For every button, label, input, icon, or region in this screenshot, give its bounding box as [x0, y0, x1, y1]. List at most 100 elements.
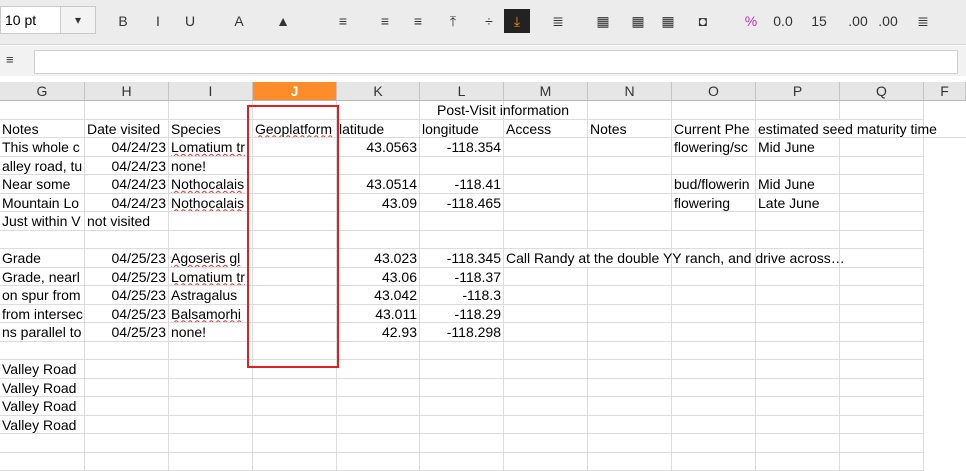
cell-M20[interactable] [504, 453, 588, 471]
cell-L11[interactable]: -118.3 [420, 286, 504, 305]
cell-G15[interactable]: Valley Road [0, 360, 85, 379]
cell-P2[interactable]: estimated seed maturity time [756, 120, 966, 139]
cell-O5[interactable]: bud/flowerin [672, 175, 756, 194]
cell-N2[interactable]: Notes [588, 120, 672, 139]
cell-M2[interactable]: Access [504, 120, 588, 139]
cell-K12[interactable]: 43.011 [337, 305, 420, 324]
align-center-button[interactable]: ≡ [372, 9, 398, 33]
bold-button[interactable]: B [110, 9, 136, 33]
cell-M10[interactable] [504, 268, 588, 287]
cell-L15[interactable] [420, 360, 504, 379]
formula-input[interactable] [34, 50, 958, 74]
highlight-button[interactable]: ▲ [270, 9, 296, 33]
cell-N15[interactable] [588, 360, 672, 379]
cell-J18[interactable] [253, 416, 337, 435]
cell-K18[interactable] [337, 416, 420, 435]
font-size-value[interactable]: 10 pt [5, 12, 36, 28]
cell-N14[interactable] [588, 342, 672, 361]
cell-N7[interactable] [588, 212, 672, 231]
align-right-button[interactable]: ≡ [405, 9, 431, 33]
cell-P15[interactable] [756, 360, 840, 379]
cell-L16[interactable] [420, 379, 504, 398]
cell-O7[interactable] [672, 212, 756, 231]
cell-N11[interactable] [588, 286, 672, 305]
cell-I16[interactable] [169, 379, 253, 398]
cell-P7[interactable] [756, 212, 840, 231]
cell-O10[interactable] [672, 268, 756, 287]
cell-P3[interactable]: Mid June [756, 138, 840, 157]
cell-K17[interactable] [337, 397, 420, 416]
cell-L14[interactable] [420, 342, 504, 361]
cell-G16[interactable]: Valley Road [0, 379, 85, 398]
cell-I3[interactable]: Lomatium tr [169, 138, 253, 157]
cell-P11[interactable] [756, 286, 840, 305]
cell-Q19[interactable] [840, 434, 924, 453]
wrap-button[interactable]: ≣ [545, 9, 571, 33]
column-header-F[interactable]: F [924, 82, 966, 101]
cell-Q12[interactable] [840, 305, 924, 324]
cell-I14[interactable] [169, 342, 253, 361]
cell-P19[interactable] [756, 434, 840, 453]
cell-N18[interactable] [588, 416, 672, 435]
underline-button[interactable]: U [177, 9, 203, 33]
cell-H9[interactable]: 04/25/23 [85, 249, 169, 268]
merged-header-cell[interactable]: Post-Visit information [340, 101, 666, 119]
cell-N5[interactable] [588, 175, 672, 194]
align-top-button[interactable]: ⤒ [440, 9, 466, 33]
cell-M3[interactable] [504, 138, 588, 157]
cell-L17[interactable] [420, 397, 504, 416]
column-header-O[interactable]: O [672, 82, 756, 101]
cell-M8[interactable] [504, 231, 588, 250]
chevron-down-icon[interactable]: ▾ [60, 7, 95, 33]
merge-button[interactable]: ▦ [590, 9, 616, 33]
cell-O18[interactable] [672, 416, 756, 435]
cell-I19[interactable] [169, 434, 253, 453]
cell-Q13[interactable] [840, 323, 924, 342]
cell-M18[interactable] [504, 416, 588, 435]
cell-L18[interactable] [420, 416, 504, 435]
cell-K10[interactable]: 43.06 [337, 268, 420, 287]
cell-J17[interactable] [253, 397, 337, 416]
cell-N12[interactable] [588, 305, 672, 324]
cell-K16[interactable] [337, 379, 420, 398]
cell-L19[interactable] [420, 434, 504, 453]
cell-G20[interactable] [0, 453, 85, 471]
column-header-I[interactable]: I [169, 82, 253, 101]
cell-I10[interactable]: Lomatium tr [169, 268, 253, 287]
cell-H5[interactable]: 04/24/23 [85, 175, 169, 194]
cell-P10[interactable] [756, 268, 840, 287]
cell-O19[interactable] [672, 434, 756, 453]
column-header-J[interactable]: J [253, 82, 337, 101]
cell-L4[interactable] [420, 157, 504, 176]
cell-O15[interactable] [672, 360, 756, 379]
cell-L8[interactable] [420, 231, 504, 250]
cell-K20[interactable] [337, 453, 420, 471]
date-button[interactable]: 15 [806, 9, 832, 33]
add-decimal-button[interactable]: .00 [845, 9, 871, 33]
cell-G12[interactable]: from intersec [0, 305, 85, 324]
cell-Q10[interactable] [840, 268, 924, 287]
cell-J20[interactable] [253, 453, 337, 471]
align-middle-button[interactable]: ÷ [476, 9, 502, 33]
cell-K14[interactable] [337, 342, 420, 361]
indent-button[interactable]: ≣ [910, 9, 936, 33]
cell-L2[interactable]: longitude [420, 120, 504, 139]
cell-I6[interactable]: Nothocalais [169, 194, 253, 213]
font-size-combo[interactable]: 10 pt ▾ [0, 6, 96, 34]
cell-I4[interactable]: none! [169, 157, 253, 176]
cell-G1[interactable] [0, 101, 85, 120]
cell-K7[interactable] [337, 212, 420, 231]
cell-G5[interactable]: Near some [0, 175, 85, 194]
cell-M12[interactable] [504, 305, 588, 324]
cell-L7[interactable] [420, 212, 504, 231]
cell-K5[interactable]: 43.0514 [337, 175, 420, 194]
align-bottom-button[interactable]: ⤓ [504, 9, 530, 33]
cell-O3[interactable]: flowering/sc [672, 138, 756, 157]
cell-O4[interactable] [672, 157, 756, 176]
cell-Q16[interactable] [840, 379, 924, 398]
cell-M19[interactable] [504, 434, 588, 453]
cell-H19[interactable] [85, 434, 169, 453]
cell-M15[interactable] [504, 360, 588, 379]
cell-M4[interactable] [504, 157, 588, 176]
cell-P5[interactable]: Mid June [756, 175, 840, 194]
